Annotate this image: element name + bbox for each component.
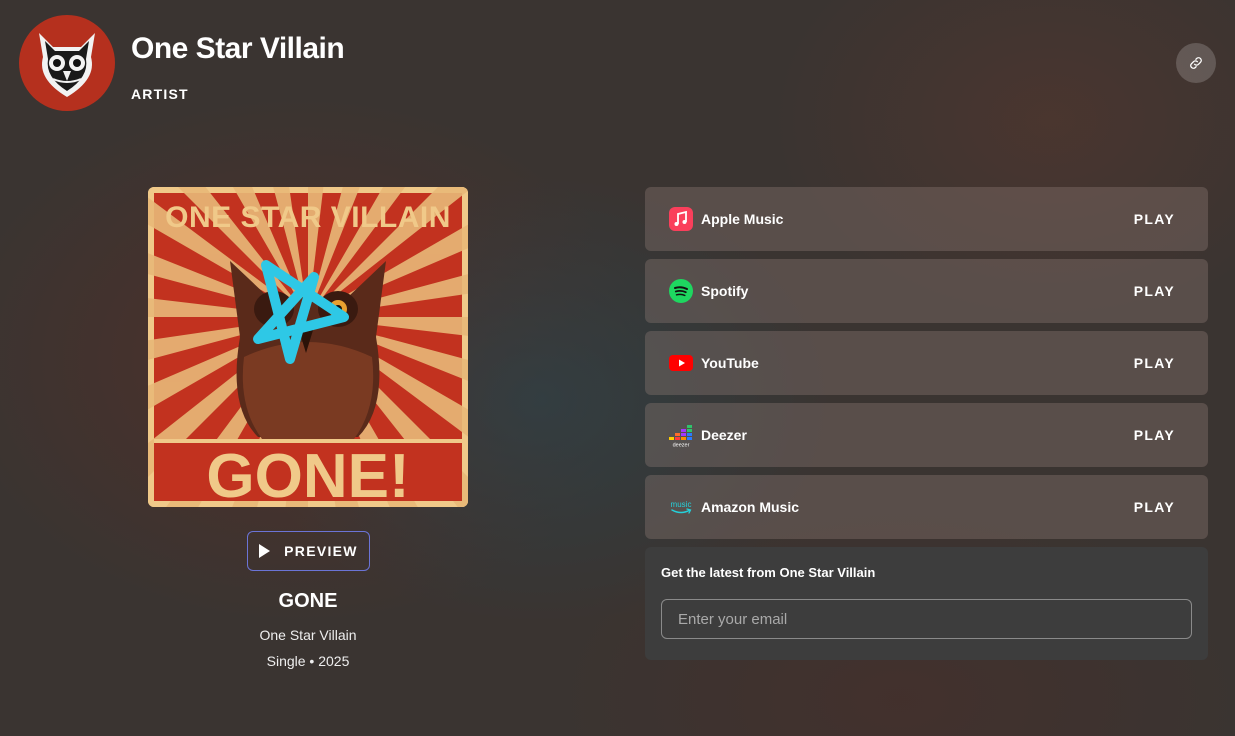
service-row-amazon-music[interactable]: music Amazon Music PLAY bbox=[645, 475, 1208, 539]
preview-label: PREVIEW bbox=[284, 543, 358, 559]
play-icon bbox=[259, 544, 271, 558]
artist-avatar[interactable] bbox=[19, 15, 115, 111]
signup-title: Get the latest from One Star Villain bbox=[661, 565, 876, 580]
service-row-apple-music[interactable]: Apple Music PLAY bbox=[645, 187, 1208, 251]
service-row-youtube[interactable]: YouTube PLAY bbox=[645, 331, 1208, 395]
email-signup-panel: Get the latest from One Star Villain bbox=[645, 547, 1208, 660]
service-name: Amazon Music bbox=[701, 499, 800, 515]
link-icon bbox=[1190, 57, 1202, 69]
artist-header: One Star Villain ARTIST bbox=[19, 15, 345, 111]
service-name: Spotify bbox=[701, 283, 749, 299]
play-button[interactable]: PLAY bbox=[1134, 211, 1175, 227]
service-row-spotify[interactable]: Spotify PLAY bbox=[645, 259, 1208, 323]
svg-text:music: music bbox=[671, 500, 692, 509]
service-name: YouTube bbox=[701, 355, 759, 371]
spotify-icon bbox=[669, 279, 693, 303]
play-button[interactable]: PLAY bbox=[1134, 355, 1175, 371]
owl-logo-icon bbox=[39, 33, 95, 97]
amazon-music-icon: music bbox=[669, 495, 693, 519]
service-name: Apple Music bbox=[701, 211, 784, 227]
album-cover-art: ONE STAR VILLAIN GONE! bbox=[148, 187, 468, 507]
svg-text:deezer: deezer bbox=[673, 443, 690, 448]
copy-link-button[interactable] bbox=[1176, 43, 1216, 83]
play-button[interactable]: PLAY bbox=[1134, 499, 1175, 515]
youtube-icon bbox=[669, 351, 693, 375]
artist-role-label: ARTIST bbox=[131, 86, 189, 102]
service-row-deezer[interactable]: deezer Deezer PLAY bbox=[645, 403, 1208, 467]
album-artist: One Star Villain bbox=[259, 627, 357, 643]
artist-name: One Star Villain bbox=[131, 32, 345, 65]
album-cover: ONE STAR VILLAIN GONE! bbox=[148, 187, 468, 507]
cover-top-text: ONE STAR VILLAIN bbox=[165, 201, 451, 234]
apple-music-icon bbox=[669, 207, 693, 231]
cover-bottom-text: GONE! bbox=[206, 442, 409, 507]
album-meta: Single • 2025 bbox=[266, 653, 350, 669]
deezer-icon: deezer bbox=[669, 423, 693, 447]
email-input[interactable] bbox=[661, 599, 1192, 639]
album-title: GONE bbox=[278, 590, 338, 612]
play-button[interactable]: PLAY bbox=[1134, 427, 1175, 443]
streaming-services-list: Apple Music PLAY Spotify PLAY YouTube PL… bbox=[645, 187, 1208, 547]
service-name: Deezer bbox=[701, 427, 747, 443]
preview-button[interactable]: PREVIEW bbox=[247, 531, 370, 571]
play-button[interactable]: PLAY bbox=[1134, 283, 1175, 299]
